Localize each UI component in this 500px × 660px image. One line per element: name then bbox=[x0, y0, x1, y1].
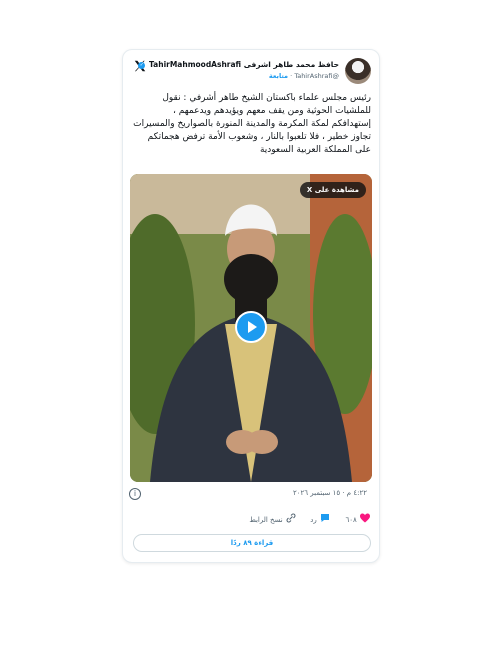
heart-icon bbox=[359, 512, 371, 528]
play-icon[interactable] bbox=[235, 311, 267, 343]
tweet-text: رئيس مجلس علماء باكستان الشيخ طاهر أشرفي… bbox=[133, 92, 371, 157]
copy-link-label: نسخ الرابط bbox=[249, 516, 283, 524]
tweet-line: إستهدافكم لمكة المكرمة والمدينة المنورة … bbox=[133, 119, 371, 129]
reply-label: رد bbox=[310, 516, 317, 524]
account-names: حافظ محمد طاهر اشرفی TahirMahmoodAshrafi… bbox=[137, 59, 339, 82]
verified-badge-icon: ✓ bbox=[138, 61, 146, 69]
follow-button[interactable]: متابعة bbox=[269, 72, 288, 80]
avatar[interactable] bbox=[345, 58, 371, 84]
video-player[interactable]: مشاهدة على X bbox=[130, 174, 372, 482]
handle[interactable]: @TahirAshrafi bbox=[294, 72, 339, 80]
link-icon bbox=[285, 512, 297, 528]
copy-link-button[interactable]: نسخ الرابط bbox=[249, 512, 297, 528]
reply-bubble-icon bbox=[319, 512, 331, 528]
tweet-line: تجاوز خطير ، فلا تلعبوا بالنار ، وشعوب ا… bbox=[147, 132, 371, 142]
tweet-actions: ٦٠٨ رد نسخ الرابط bbox=[133, 512, 371, 528]
like-count: ٦٠٨ bbox=[345, 516, 357, 524]
info-icon[interactable]: i bbox=[129, 488, 141, 500]
tweet-line: للملشيات الحوثية ومن يقف معهم ويؤيدهم وي… bbox=[173, 106, 371, 116]
tweet-card: حافظ محمد طاهر اشرفی TahirMahmoodAshrafi… bbox=[122, 49, 380, 563]
timestamp[interactable]: ٤:٢٢ م · ١٥ سبتمبر ٢٠٢٦ bbox=[293, 489, 367, 497]
like-button[interactable]: ٦٠٨ bbox=[345, 512, 371, 528]
tweet-meta: i ٤:٢٢ م · ١٥ سبتمبر ٢٠٢٦ bbox=[129, 488, 371, 502]
tweet-header: حافظ محمد طاهر اشرفی TahirMahmoodAshrafi… bbox=[133, 58, 371, 88]
tweet-line: على المملكة العربية السعودية bbox=[259, 145, 371, 155]
tweet-line: رئيس مجلس علماء باكستان الشيخ طاهر أشرفي… bbox=[162, 93, 371, 103]
watch-on-x-button[interactable]: مشاهدة على X bbox=[299, 182, 366, 198]
display-name[interactable]: حافظ محمد طاهر اشرفی TahirMahmoodAshrafi bbox=[149, 60, 339, 69]
read-replies-button[interactable]: قراءة ٨٩ ردًا bbox=[133, 534, 371, 552]
separator: · bbox=[290, 72, 293, 80]
reply-button[interactable]: رد bbox=[310, 512, 331, 528]
